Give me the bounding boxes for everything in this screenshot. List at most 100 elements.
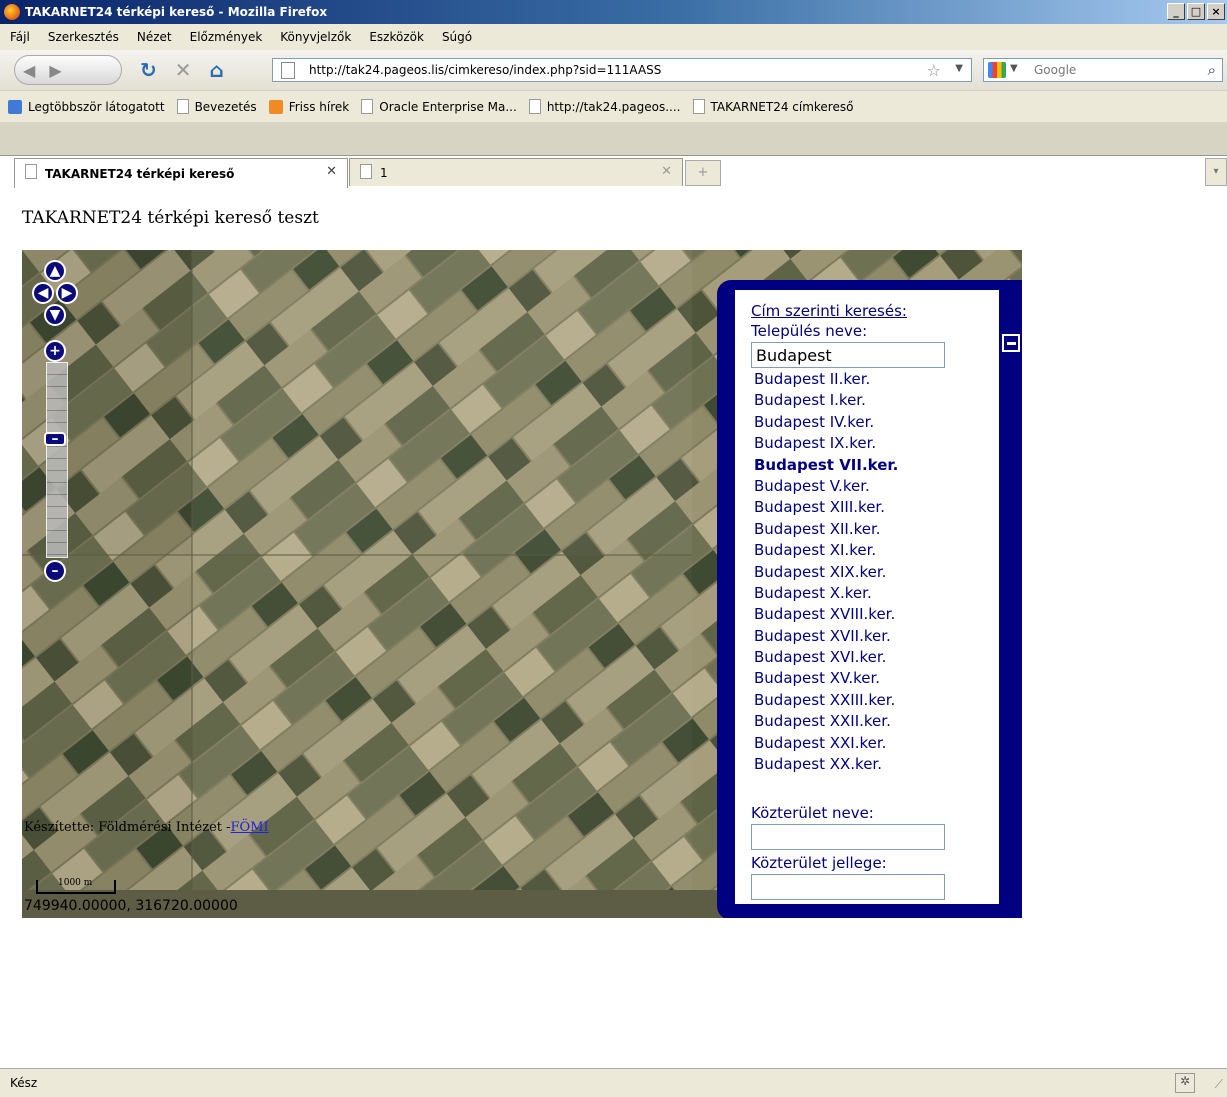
menu-help[interactable]: Súgó [442, 30, 472, 44]
bookmark-news[interactable]: Friss hírek [268, 99, 349, 114]
pan-down-icon[interactable]: ▼ [44, 304, 66, 326]
pan-right-icon[interactable]: ▶ [56, 282, 78, 304]
suggestion-item[interactable]: Budapest XXIII.ker. [754, 690, 898, 711]
suggestion-item[interactable]: Budapest XX.ker. [754, 754, 898, 775]
search-panel-body: Cím szerinti keresés: Település neve: Bu… [735, 290, 999, 904]
search-panel: Cím szerinti keresés: Település neve: Bu… [717, 280, 1022, 918]
page-icon [692, 99, 705, 114]
resize-grip-icon[interactable]: ⟋ [1215, 1077, 1223, 1092]
suggestion-item[interactable]: Budapest XVIII.ker. [754, 604, 898, 625]
tab-takarnet[interactable]: TAKARNET24 térképi kereső ✕ [14, 158, 348, 188]
bookmark-oracle[interactable]: Oracle Enterprise Ma... [361, 99, 517, 114]
suggestion-item[interactable]: Budapest II.ker. [754, 369, 898, 390]
window-title: TAKARNET24 térképi kereső - Mozilla Fire… [25, 5, 328, 19]
bookmark-star-icon[interactable]: ☆ [927, 61, 941, 80]
street-type-label: Közterület jellege: [751, 854, 887, 872]
status-text: Kész [10, 1076, 38, 1090]
suggestion-item[interactable]: Budapest IX.ker. [754, 433, 898, 454]
menu-file[interactable]: Fájl [10, 30, 30, 44]
suggestion-item[interactable]: Budapest XVI.ker. [754, 647, 898, 668]
suggestion-item[interactable]: Budapest IV.ker. [754, 412, 898, 433]
firefox-icon [4, 4, 20, 20]
suggestion-item[interactable]: Budapest XXI.ker. [754, 733, 898, 754]
menu-bookmarks[interactable]: Könyvjelzők [280, 30, 351, 44]
close-tab-icon[interactable]: ✕ [661, 164, 672, 179]
back-arrow-icon[interactable]: ◀ [23, 61, 35, 80]
page-icon [360, 164, 372, 179]
bookmark-most-visited[interactable]: Legtöbbször látogatott [8, 99, 165, 114]
page-title: TAKARNET24 térképi kereső teszt [22, 208, 319, 228]
suggestion-item[interactable]: Budapest XV.ker. [754, 668, 898, 689]
menu-bar: Fájl Szerkesztés Nézet Előzmények Könyvj… [0, 24, 1227, 50]
menu-view[interactable]: Nézet [137, 30, 172, 44]
close-tab-icon[interactable]: ✕ [326, 164, 337, 179]
home-icon[interactable]: ⌂ [210, 58, 224, 82]
url-bar[interactable]: http://tak24.pageos.lis/cimkereso/index.… [272, 58, 972, 82]
menu-edit[interactable]: Szerkesztés [48, 30, 119, 44]
page-icon [361, 99, 374, 114]
menu-tools[interactable]: Eszközök [369, 30, 424, 44]
chevron-down-icon[interactable]: ▼ [955, 63, 963, 74]
suggestion-item[interactable]: Budapest XII.ker. [754, 519, 898, 540]
google-icon[interactable] [988, 62, 1006, 78]
search-icon[interactable]: ⌕ [1208, 61, 1216, 79]
suggestion-item[interactable]: Budapest V.ker. [754, 476, 898, 497]
addon-gear-icon[interactable]: ✲ [1175, 1073, 1195, 1093]
new-tab-button[interactable]: + [685, 160, 721, 186]
minus-icon [1006, 341, 1016, 345]
page-icon [176, 99, 189, 114]
menu-history[interactable]: Előzmények [190, 30, 263, 44]
suggestion-item[interactable]: Budapest X.ker. [754, 583, 898, 604]
bookmark-tak24[interactable]: http://tak24.pageos.... [528, 99, 681, 114]
back-forward-group: ◀ ▶ [14, 55, 122, 85]
map-viewport[interactable]: ▲ ◀ ▶ ▼ + – – Készítette: Földmérési Int… [22, 250, 1022, 918]
fomi-link[interactable]: FÖMI [231, 820, 269, 835]
suggestion-item[interactable]: Budapest XIX.ker. [754, 562, 898, 583]
stop-icon[interactable]: ✕ [175, 58, 192, 82]
page-icon [281, 62, 295, 79]
suggestion-item[interactable]: Budapest XXII.ker. [754, 711, 898, 732]
suggestion-item[interactable]: Budapest XIII.ker. [754, 497, 898, 518]
zoom-out-icon[interactable]: – [44, 560, 66, 582]
tab-label: 1 [380, 165, 388, 180]
suggestion-item[interactable]: Budapest XVII.ker. [754, 626, 898, 647]
zoom-slider-handle[interactable]: – [44, 431, 66, 447]
reload-icon[interactable]: ↻ [140, 58, 157, 82]
bookmarks-bar: Legtöbbször látogatott Bevezetés Friss h… [0, 90, 1227, 122]
bookmark-intro[interactable]: Bevezetés [176, 99, 257, 114]
suggestion-item[interactable]: Budapest I.ker. [754, 390, 898, 411]
search-engine-dropdown-icon[interactable]: ▼ [1010, 63, 1018, 74]
navigation-toolbar: ◀ ▶ ↻ ✕ ⌂ http://tak24.pageos.lis/cimker… [0, 50, 1227, 90]
maximize-button[interactable]: □ [1187, 3, 1205, 20]
street-name-label: Közterület neve: [751, 804, 874, 822]
search-input[interactable]: ▼ Google ⌕ [983, 58, 1223, 82]
mouse-coordinates: 749940.00000, 316720.00000 [24, 898, 238, 914]
scale-label: 1000 m [58, 878, 93, 888]
pan-up-icon[interactable]: ▲ [44, 260, 66, 282]
scale-bar: 1000 m [36, 878, 116, 894]
most-visited-icon [8, 99, 22, 114]
collapse-panel-button[interactable] [1002, 334, 1020, 352]
rss-icon [268, 99, 283, 114]
tab-label: TAKARNET24 térképi kereső [45, 166, 235, 181]
settlement-suggestions: Budapest II.ker. Budapest I.ker. Budapest … [754, 369, 898, 775]
suggestion-item[interactable]: Budapest XI.ker. [754, 540, 898, 561]
pan-left-icon[interactable]: ◀ [32, 282, 54, 304]
settlement-input[interactable]: Budapest [751, 342, 945, 368]
zoom-slider[interactable] [46, 362, 68, 558]
settlement-label: Település neve: [751, 322, 868, 340]
forward-arrow-icon[interactable]: ▶ [49, 61, 61, 80]
suggestion-item[interactable]: Budapest VII.ker. [754, 455, 898, 476]
tab-1[interactable]: 1 ✕ [349, 158, 683, 186]
tab-bar [0, 122, 1227, 156]
tab-list-button[interactable]: ▾ [1205, 158, 1227, 186]
page-icon [25, 164, 37, 179]
close-window-button[interactable]: × [1207, 3, 1225, 20]
search-placeholder: Google [1034, 63, 1077, 77]
panel-title: Cím szerinti keresés: [751, 302, 907, 320]
street-type-input[interactable] [751, 874, 945, 900]
bookmark-takarnet-cimkereso[interactable]: TAKARNET24 címkereső [692, 99, 853, 114]
street-name-input[interactable] [751, 824, 945, 850]
minimize-button[interactable]: _ [1167, 3, 1185, 20]
zoom-in-icon[interactable]: + [44, 340, 66, 362]
